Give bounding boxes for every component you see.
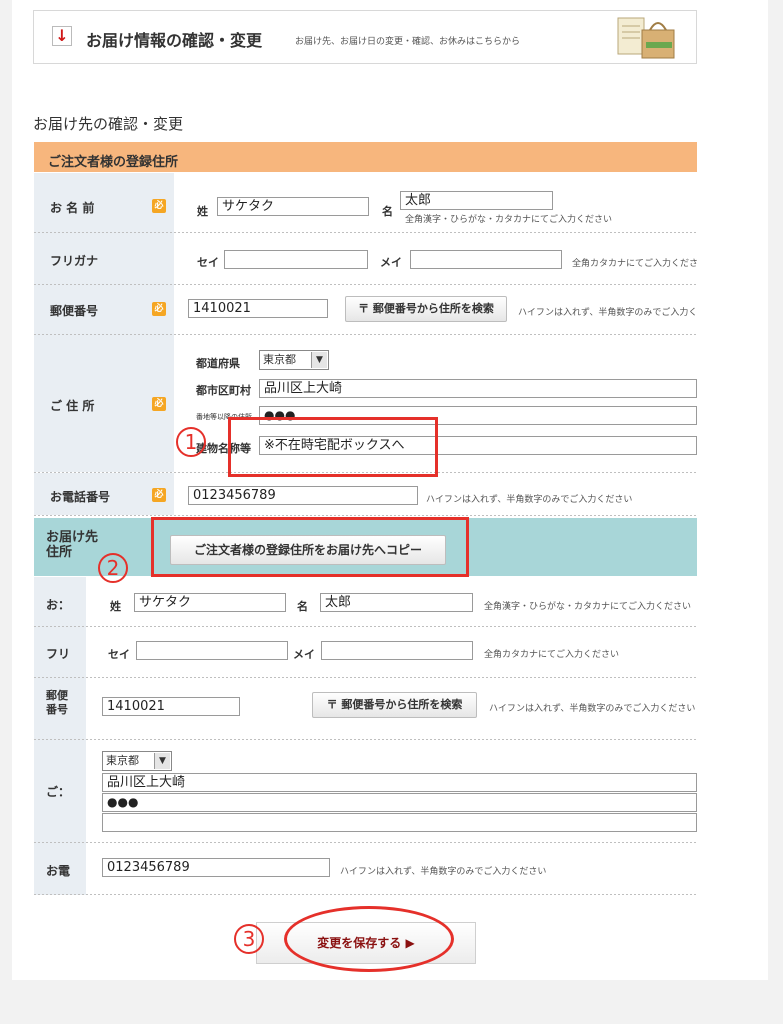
- phone-input[interactable]: 0123456789: [188, 486, 418, 505]
- kana-first-name-input[interactable]: [410, 250, 562, 269]
- delivery-zip-input[interactable]: 1410021: [102, 697, 240, 716]
- shopping-bag-icon: [617, 17, 675, 59]
- row-divider: [34, 739, 697, 740]
- orderer-label-column: [34, 173, 174, 472]
- delivery-name-hint: 全角漢字・ひらがな・カタカナにてご入力ください: [484, 602, 692, 612]
- pref-label: 都道府県: [196, 357, 240, 370]
- annotation-number-1: 1: [176, 427, 206, 457]
- required-icon: 必: [152, 488, 166, 502]
- city-label: 都市区町村: [196, 384, 251, 397]
- delivery-sei-label: 姓: [110, 600, 121, 613]
- section-title: お届け先の確認・変更: [33, 115, 184, 133]
- row-divider: [34, 677, 697, 678]
- row-divider: [34, 515, 697, 516]
- banner-subtitle: お届け先、お届け日の変更・確認、お休みはこちらから: [295, 37, 521, 47]
- delivery-last-name-input[interactable]: サケタク: [134, 593, 286, 612]
- delivery-address-label: ご：: [46, 785, 71, 799]
- annotation-box-building: [228, 417, 438, 477]
- zip-search-button[interactable]: 〒 郵便番号から住所を検索: [345, 296, 507, 322]
- sei-label: 姓: [197, 205, 208, 218]
- name-label: お 名 前: [50, 201, 95, 215]
- kana-mei-label: メイ: [380, 256, 402, 269]
- phone-hint: ハイフンは入れず、半角数字のみでご入力ください: [426, 495, 633, 505]
- delivery-pref-select[interactable]: 東京都 ▼: [102, 751, 172, 771]
- delivery-pref-select-value: 東京都: [106, 754, 139, 767]
- delivery-kana-sei-label: セイ: [108, 648, 130, 661]
- kana-sei-label: セイ: [197, 256, 219, 269]
- arrow-down-icon: ↓: [52, 26, 72, 46]
- delivery-phone-label: お電: [46, 864, 71, 878]
- delivery-kana-first-name-input[interactable]: [321, 641, 473, 660]
- delivery-kana-last-name-input[interactable]: [136, 641, 288, 660]
- delivery-city-input[interactable]: 品川区上大崎: [102, 773, 697, 792]
- pref-select[interactable]: 東京都 ▼: [259, 350, 329, 370]
- delivery-name-label: お：: [46, 598, 71, 612]
- row-divider: [34, 232, 697, 233]
- phone-label: お電話番号: [50, 490, 111, 504]
- dropdown-arrow-icon[interactable]: ▼: [311, 352, 327, 368]
- row-divider: [34, 284, 697, 285]
- annotation-oval-save: [284, 906, 454, 972]
- delivery-label-column: [34, 577, 86, 895]
- row-divider: [34, 842, 697, 843]
- required-icon: 必: [152, 302, 166, 316]
- row-divider: [34, 626, 697, 627]
- delivery-building-input[interactable]: [102, 813, 697, 832]
- delivery-first-name-input[interactable]: 太郎: [320, 593, 473, 612]
- required-icon: 必: [152, 199, 166, 213]
- delivery-zip-label: 郵便番号: [46, 689, 68, 716]
- annotation-number-3: 3: [234, 924, 264, 954]
- mei-label: 名: [382, 205, 393, 218]
- orderer-band: ご注文者様の登録住所: [34, 142, 697, 172]
- annotation-box-copy: [151, 517, 469, 577]
- delivery-zip-search-button[interactable]: 〒 郵便番号から住所を検索: [312, 692, 477, 718]
- zip-input[interactable]: 1410021: [188, 299, 328, 318]
- row-divider: [34, 334, 697, 335]
- delivery-phone-input[interactable]: 0123456789: [102, 858, 330, 877]
- city-input[interactable]: 品川区上大崎: [259, 379, 697, 398]
- delivery-mei-label: 名: [297, 600, 308, 613]
- annotation-number-2: 2: [98, 553, 128, 583]
- delivery-phone-hint: ハイフンは入れず、半角数字のみでご入力ください: [340, 867, 547, 877]
- zip-hint: ハイフンは入れず、半角数字のみでご入力くだ: [518, 308, 697, 318]
- delivery-street-input[interactable]: ●●●: [102, 793, 697, 812]
- banner-title: お届け情報の確認・変更: [86, 31, 263, 50]
- pref-select-value: 東京都: [263, 353, 296, 366]
- delivery-kana-label: フリ: [46, 647, 71, 661]
- delivery-kana-mei-label: メイ: [293, 648, 315, 661]
- address-label: ご 住 所: [50, 399, 95, 413]
- kana-last-name-input[interactable]: [224, 250, 368, 269]
- delivery-band-title: お届け先住所: [46, 530, 99, 560]
- name-hint: 全角漢字・ひらがな・カタカナにてご入力ください: [405, 215, 613, 225]
- kana-hint: 全角カタカナにてご入力ください: [572, 259, 697, 269]
- dropdown-arrow-icon[interactable]: ▼: [154, 753, 170, 769]
- last-name-input[interactable]: サケタク: [217, 197, 369, 216]
- required-icon: 必: [152, 397, 166, 411]
- row-divider: [34, 894, 697, 895]
- delivery-kana-hint: 全角カタカナにてご入力ください: [484, 650, 620, 660]
- first-name-input[interactable]: 太郎: [400, 191, 553, 210]
- zip-label: 郵便番号: [50, 304, 99, 318]
- delivery-zip-hint: ハイフンは入れず、半角数字のみでご入力ください: [489, 704, 696, 714]
- kana-label: フリガナ: [50, 254, 99, 268]
